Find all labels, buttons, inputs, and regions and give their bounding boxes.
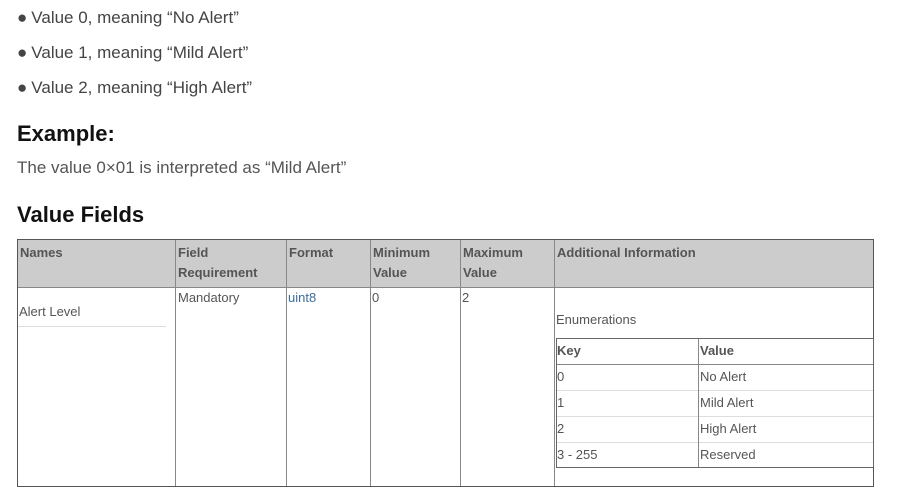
- column-divider: [286, 240, 287, 486]
- enum-header-row: Key Value: [557, 339, 873, 365]
- bullet-dot-icon: ●: [17, 43, 28, 62]
- header-additional-information: Additional Information: [557, 245, 696, 260]
- cell-maximum: 2: [462, 290, 470, 305]
- enum-key: 3 - 255: [557, 447, 598, 462]
- header-field-requirement: Field Requirement: [176, 240, 259, 286]
- column-divider: [554, 240, 555, 486]
- cell-requirement: Mandatory: [178, 290, 240, 305]
- enum-key-header: Key: [557, 343, 581, 358]
- header-maximum-value: Maximum Value: [461, 240, 525, 286]
- bullet-text: Value 0, meaning “No Alert”: [31, 8, 239, 27]
- enum-key: 1: [557, 395, 565, 410]
- header-names: Names: [20, 245, 63, 260]
- example-heading: Example:: [17, 121, 115, 146]
- enum-column-divider: [698, 339, 699, 467]
- enumerations-table: Key Value 0 No Alert 1 Mild Alert 2 High…: [556, 338, 874, 468]
- enum-row: 0 No Alert: [557, 365, 873, 391]
- value-fields-heading: Value Fields: [17, 202, 145, 227]
- cell-minimum: 0: [372, 290, 380, 305]
- bullet-text: Value 2, meaning “High Alert”: [31, 78, 253, 97]
- header-maximum-line1: Maximum: [463, 245, 523, 260]
- header-format: Format: [289, 245, 334, 260]
- enum-row: 1 Mild Alert: [557, 391, 873, 417]
- column-divider: [460, 240, 461, 486]
- enum-row: 2 High Alert: [557, 417, 873, 443]
- bullet-dot-icon: ●: [17, 8, 28, 27]
- header-minimum-value: Minimum Value: [371, 240, 432, 286]
- enum-key: 0: [557, 369, 565, 384]
- value-fields-table: Names Field Requirement Format Minimum V…: [17, 239, 874, 487]
- name-underline: [18, 326, 166, 327]
- bullet-text: Value 1, meaning “Mild Alert”: [31, 43, 249, 62]
- enum-value: High Alert: [700, 421, 757, 436]
- enum-value: Reserved: [700, 447, 756, 462]
- example-text: The value 0×01 is interpreted as “Mild A…: [17, 158, 347, 177]
- bullet-item-1: ● Value 1, meaning “Mild Alert”: [17, 43, 248, 63]
- header-field-requirement-line2: Requirement: [178, 265, 258, 280]
- header-minimum-line2: Value: [373, 265, 407, 280]
- bullet-item-2: ● Value 2, meaning “High Alert”: [17, 78, 252, 98]
- header-minimum-line1: Minimum: [373, 245, 431, 260]
- enum-value: No Alert: [700, 369, 747, 384]
- header-maximum-line2: Value: [463, 265, 497, 280]
- column-divider: [175, 287, 176, 486]
- cell-format-link[interactable]: uint8: [288, 289, 316, 307]
- cell-alert-level: Alert Level: [19, 304, 81, 319]
- enumerations-caption: Enumerations: [556, 312, 637, 327]
- column-divider: [370, 240, 371, 486]
- bullet-item-0: ● Value 0, meaning “No Alert”: [17, 8, 239, 28]
- enum-row: 3 - 255 Reserved: [557, 443, 873, 469]
- bullet-dot-icon: ●: [17, 78, 28, 97]
- enum-key: 2: [557, 421, 565, 436]
- enum-value-header: Value: [700, 343, 734, 358]
- table-header-row: Names Field Requirement Format Minimum V…: [18, 240, 873, 288]
- enum-value: Mild Alert: [700, 395, 754, 410]
- header-field-requirement-line1: Field: [178, 245, 209, 260]
- column-divider: [175, 240, 176, 287]
